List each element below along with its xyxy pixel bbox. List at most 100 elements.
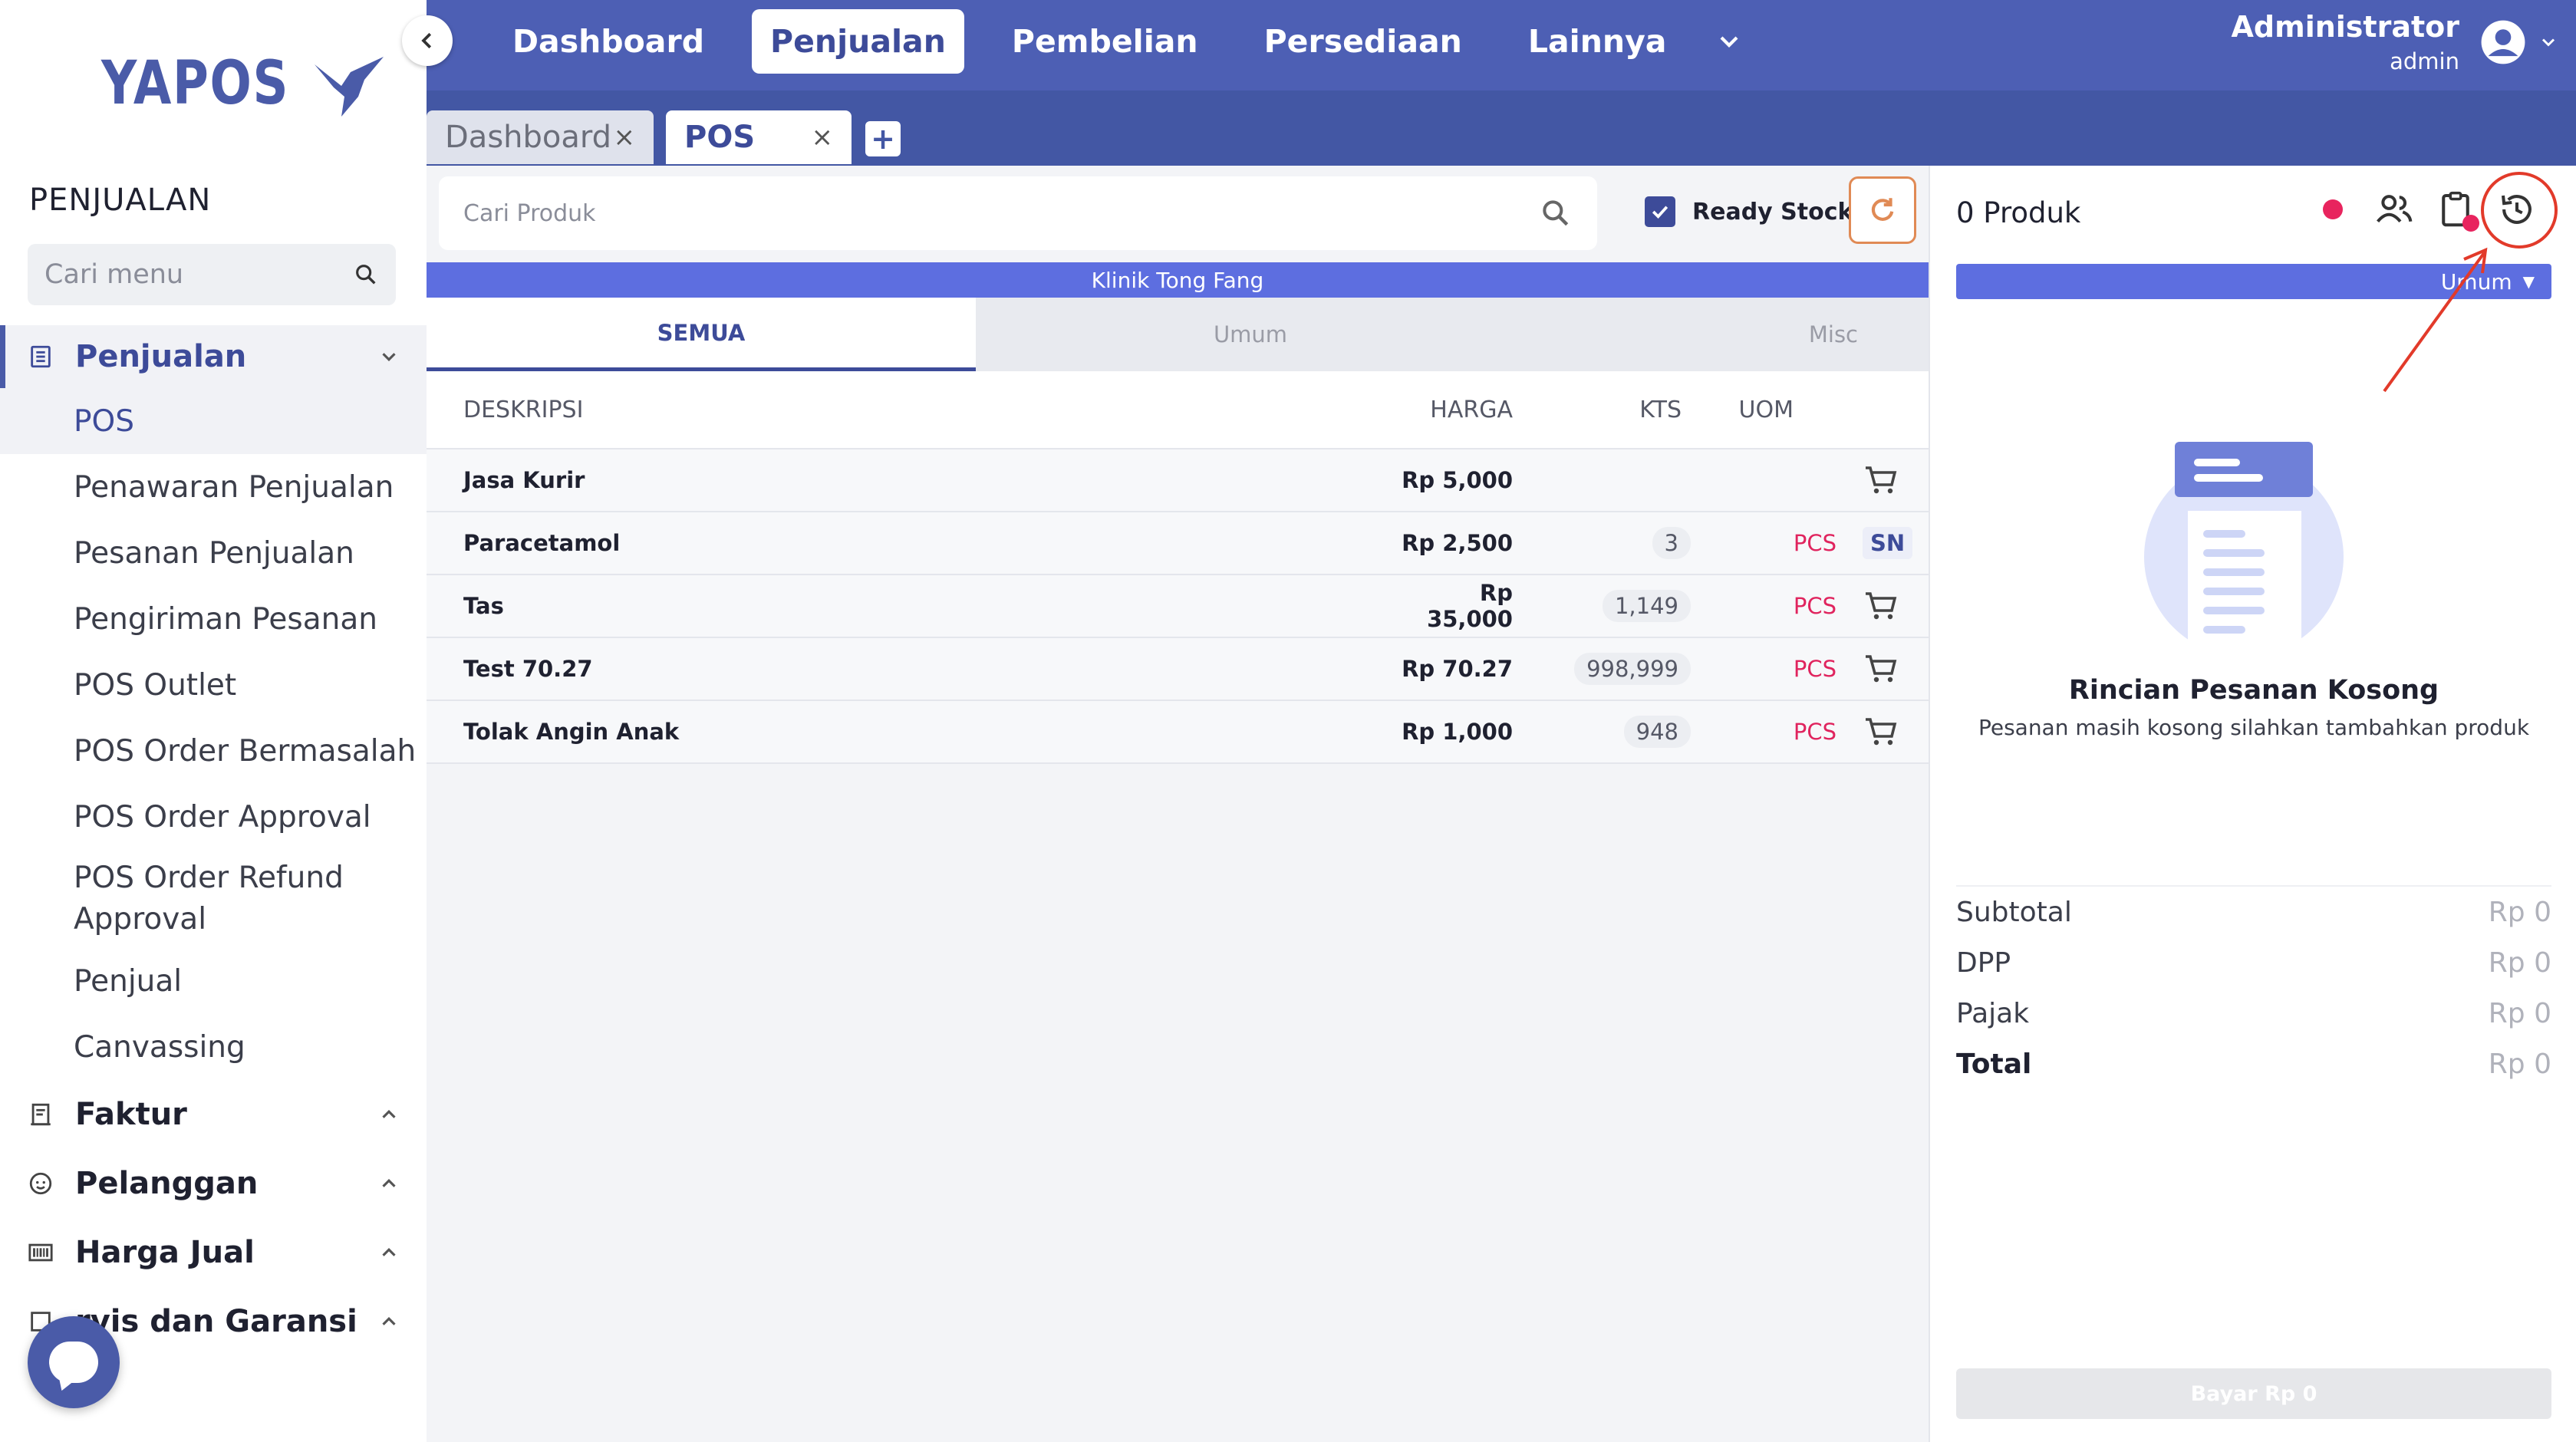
nav-persediaan[interactable]: Persediaan: [1246, 9, 1481, 74]
sidebar-group-penjualan[interactable]: Penjualan: [0, 325, 427, 388]
sidebar-menu: Penjualan POS Penawaran Penjualan Pesana…: [0, 325, 427, 1356]
column-header-qty: KTS: [1639, 396, 1682, 423]
table-row[interactable]: Tas Rp 35,000 1,149 PCS: [427, 575, 1929, 638]
product-search-placeholder: Cari Produk: [463, 199, 596, 227]
sidebar-group-label: Faktur: [75, 1097, 187, 1132]
sidebar-item-pos-outlet[interactable]: POS Outlet: [0, 652, 427, 718]
totals-label: DPP: [1956, 947, 2011, 979]
store-name-bar: Klinik Tong Fang: [427, 262, 1929, 298]
tab-category-umum[interactable]: Umum: [976, 298, 1525, 371]
sidebar-item-pengiriman-pesanan[interactable]: Pengiriman Pesanan: [0, 586, 427, 652]
sidebar-search-input[interactable]: Cari menu: [28, 244, 396, 305]
status-dot-icon: [2323, 199, 2343, 219]
serial-number-button[interactable]: SN: [1863, 527, 1913, 559]
nav-lainnya[interactable]: Lainnya: [1510, 9, 1685, 74]
main-nav: Dashboard Penjualan Pembelian Persediaan…: [494, 9, 1744, 74]
customer-button[interactable]: [2373, 189, 2415, 230]
product-price: Rp 35,000: [1427, 580, 1513, 632]
user-menu[interactable]: Administrator admin: [2232, 0, 2576, 84]
cart-icon[interactable]: [1863, 650, 1899, 687]
product-uom: PCS: [1793, 656, 1836, 682]
table-row[interactable]: Jasa Kurir Rp 5,000: [427, 449, 1929, 512]
sidebar-collapse-button[interactable]: [402, 15, 453, 66]
ready-stock-toggle[interactable]: Ready Stock: [1645, 196, 1853, 227]
tab-category-semua[interactable]: SEMUA: [427, 298, 976, 371]
order-product-count: 0 Produk: [1956, 196, 2081, 229]
ready-stock-label: Ready Stock: [1692, 198, 1853, 226]
product-qty: 998,999: [1513, 653, 1691, 685]
sidebar-item-pesanan-penjualan[interactable]: Pesanan Penjualan: [0, 520, 427, 586]
sidebar-group-harga-jual[interactable]: Harga Jual: [0, 1218, 427, 1287]
sidebar-item-pos-order-refund-approval[interactable]: POS Order Refund Approval: [0, 850, 427, 948]
caret-down-icon: ▼: [2522, 272, 2535, 291]
qty-pill: 948: [1623, 716, 1691, 748]
tab-pos[interactable]: POS ×: [666, 110, 852, 164]
tab-category-misc[interactable]: Misc: [1525, 298, 1929, 371]
table-row[interactable]: Paracetamol Rp 2,500 3 PCS SN: [427, 512, 1929, 575]
chevron-down-icon: [2541, 38, 2555, 47]
totals-value: Rp 0: [2488, 997, 2551, 1029]
receipt-icon: [31, 345, 51, 368]
product-qty: 3: [1513, 527, 1691, 559]
sidebar-item-penjual[interactable]: Penjual: [0, 948, 427, 1014]
sidebar-group-label: Pelanggan: [75, 1166, 259, 1201]
totals-label: Total: [1956, 1048, 2032, 1080]
nav-dashboard[interactable]: Dashboard: [494, 9, 723, 74]
empty-order-title: Rincian Pesanan Kosong: [2068, 675, 2439, 706]
search-icon: [356, 265, 376, 285]
annotation-arrow-icon: [2383, 247, 2488, 393]
chevron-up-icon: [382, 1317, 396, 1325]
row-action: [1836, 650, 1929, 687]
totals-row-subtotal: Subtotal Rp 0: [1956, 887, 2551, 937]
table-row[interactable]: Tolak Angin Anak Rp 1,000 948 PCS: [427, 701, 1929, 764]
qty-pill: 1,149: [1602, 590, 1691, 622]
product-uom: PCS: [1793, 719, 1836, 745]
add-tab-button[interactable]: +: [865, 121, 901, 156]
ready-stock-checkbox[interactable]: [1645, 196, 1675, 227]
close-icon[interactable]: ×: [614, 122, 636, 153]
held-orders-button[interactable]: [2435, 189, 2479, 232]
empty-order-subtitle: Pesanan masih kosong silahkan tambahkan …: [1978, 715, 2530, 740]
app-logo[interactable]: YAPOS: [101, 49, 387, 118]
order-totals: Subtotal Rp 0 DPP Rp 0 Pajak Rp 0 Total …: [1956, 885, 2551, 1089]
sidebar-item-pos-order-bermasalah[interactable]: POS Order Bermasalah: [0, 718, 427, 784]
totals-row-dpp: DPP Rp 0: [1956, 937, 2551, 988]
table-row[interactable]: Test 70.27 Rp 70.27 998,999 PCS: [427, 638, 1929, 701]
nav-penjualan[interactable]: Penjualan: [752, 9, 964, 74]
product-desc: Test 70.27: [463, 656, 593, 682]
cart-icon[interactable]: [1863, 588, 1899, 624]
search-icon: [1543, 200, 1569, 226]
sidebar-heading: PENJUALAN: [29, 183, 212, 218]
refresh-button[interactable]: [1849, 176, 1916, 244]
product-search-input[interactable]: Cari Produk: [439, 176, 1597, 250]
sidebar-group-faktur[interactable]: Faktur: [0, 1080, 427, 1149]
close-icon[interactable]: ×: [812, 122, 834, 153]
totals-label: Subtotal: [1956, 896, 2072, 928]
top-navbar: Dashboard Penjualan Pembelian Persediaan…: [427, 0, 2576, 91]
cart-icon[interactable]: [1863, 462, 1899, 499]
row-action: [1836, 713, 1929, 750]
sidebar-item-canvassing[interactable]: Canvassing: [0, 1014, 427, 1080]
product-price: Rp 70.27: [1402, 656, 1513, 682]
logo-text: YAPOS: [101, 49, 290, 118]
product-price: Rp 5,000: [1402, 467, 1513, 493]
cart-icon[interactable]: [1863, 713, 1899, 750]
invoice-icon: [31, 1103, 51, 1126]
chat-support-button[interactable]: [28, 1316, 120, 1408]
product-table: DESKRIPSI HARGA KTS UOM Jasa Kurir Rp 5,…: [427, 371, 1929, 764]
pay-button[interactable]: Bayar Rp 0: [1956, 1368, 2551, 1419]
sidebar-item-pos[interactable]: POS: [0, 388, 427, 454]
qty-pill: 998,999: [1574, 653, 1691, 685]
tab-label: Dashboard: [445, 120, 612, 155]
barcode-icon: [28, 1243, 53, 1262]
product-uom: PCS: [1793, 530, 1836, 556]
tab-dashboard[interactable]: Dashboard ×: [427, 110, 654, 164]
chevron-down-icon[interactable]: [1714, 26, 1744, 57]
tab-label: POS: [684, 120, 756, 155]
sidebar-item-pos-order-approval[interactable]: POS Order Approval: [0, 784, 427, 850]
category-tabs: SEMUA Umum Misc: [427, 298, 1929, 371]
sidebar-item-penawaran-penjualan[interactable]: Penawaran Penjualan: [0, 454, 427, 520]
sidebar-group-pelanggan[interactable]: Pelanggan: [0, 1149, 427, 1218]
refresh-icon: [1871, 198, 1894, 221]
nav-pembelian[interactable]: Pembelian: [993, 9, 1217, 74]
